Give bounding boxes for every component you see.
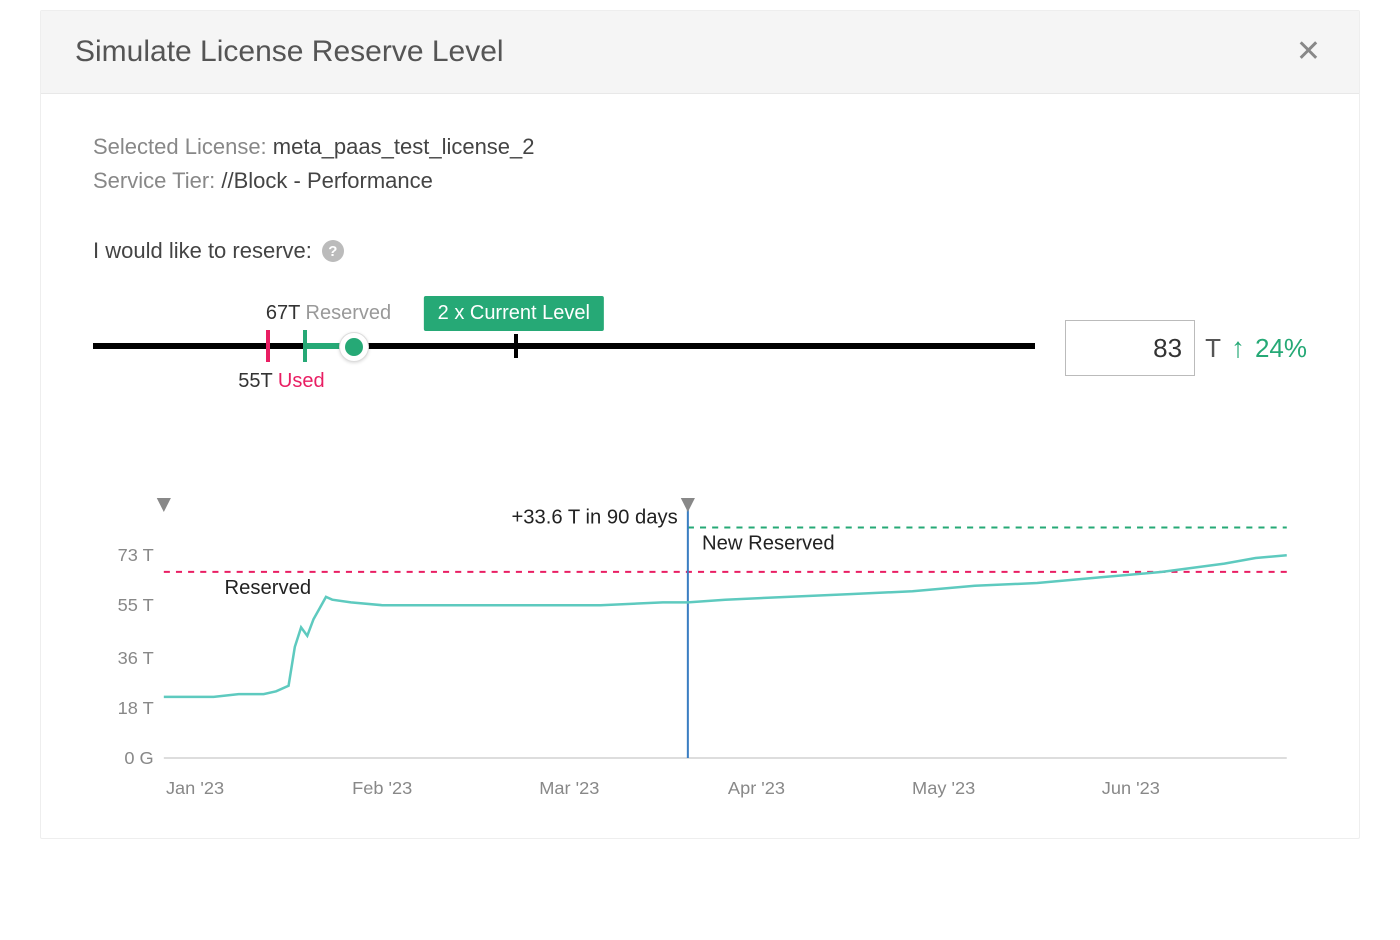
arrow-up-icon: ↑ <box>1231 332 1245 364</box>
svg-text:Jan '23: Jan '23 <box>166 778 224 798</box>
selected-license-value: meta_paas_test_license_2 <box>273 134 535 159</box>
close-icon[interactable]: ✕ <box>1292 33 1325 71</box>
reserve-prompt-row: I would like to reserve: ? <box>93 238 1307 264</box>
reserve-input[interactable] <box>1065 320 1195 376</box>
simulate-panel: Simulate License Reserve Level ✕ Selecte… <box>40 10 1360 839</box>
reserve-slider[interactable]: 67T Reserved 55T Used 2 x Current Level <box>93 288 1035 408</box>
selected-license-label: Selected License: <box>93 134 273 159</box>
reserve-unit: T <box>1205 333 1221 364</box>
usage-chart: 0 G 18 T 36 T 55 T 73 T Jan '23 Feb '23 Mar '23… <box>93 488 1307 808</box>
svg-text:0 G: 0 G <box>124 748 153 768</box>
svg-text:73 T: 73 T <box>118 545 154 565</box>
reserve-prompt: I would like to reserve: <box>93 238 312 264</box>
svg-text:Reserved: Reserved <box>225 577 312 599</box>
slider-reserved-tick <box>303 330 307 362</box>
service-tier-label: Service Tier: <box>93 168 221 193</box>
slider-2x-chip: 2 x Current Level <box>424 296 604 331</box>
help-icon[interactable]: ? <box>322 240 344 262</box>
reserve-delta: 24% <box>1255 333 1307 364</box>
slider-track <box>93 343 1035 349</box>
slider-used-label: 55T Used <box>238 370 324 393</box>
svg-text:Feb '23: Feb '23 <box>352 778 412 798</box>
panel-header: Simulate License Reserve Level ✕ <box>41 11 1359 94</box>
reserve-readout: T ↑ 24% <box>1065 320 1307 376</box>
selected-license-line: Selected License: meta_paas_test_license… <box>93 134 1307 160</box>
panel-body: Selected License: meta_paas_test_license… <box>41 94 1359 838</box>
svg-text:Mar '23: Mar '23 <box>539 778 599 798</box>
service-tier-value: //Block - Performance <box>221 168 433 193</box>
slider-used-tick <box>266 330 270 362</box>
svg-text:New Reserved: New Reserved <box>702 533 835 555</box>
svg-text:18 T: 18 T <box>118 698 154 718</box>
slider-reserved-label: 67T Reserved <box>266 302 391 325</box>
slider-row: 67T Reserved 55T Used 2 x Current Level T … <box>93 288 1307 408</box>
svg-text:Apr '23: Apr '23 <box>728 778 785 798</box>
svg-text:36 T: 36 T <box>118 648 154 668</box>
svg-text:May '23: May '23 <box>912 778 975 798</box>
panel-title: Simulate License Reserve Level <box>75 35 504 69</box>
svg-text:+33.6 T in 90 days: +33.6 T in 90 days <box>511 507 677 529</box>
slider-thumb[interactable] <box>339 332 369 362</box>
svg-text:55 T: 55 T <box>118 595 154 615</box>
slider-2x-tick <box>514 334 518 358</box>
svg-text:Jun '23: Jun '23 <box>1102 778 1160 798</box>
service-tier-line: Service Tier: //Block - Performance <box>93 168 1307 194</box>
